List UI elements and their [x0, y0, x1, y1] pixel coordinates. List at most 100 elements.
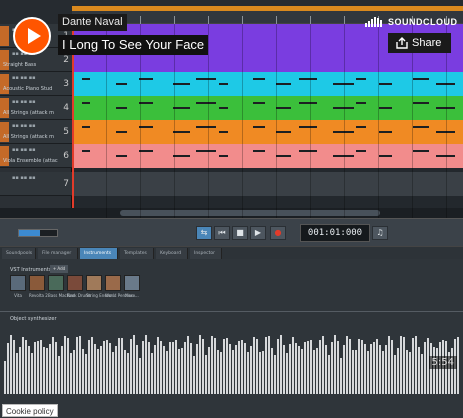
waveform-bar [358, 339, 360, 394]
track-header[interactable]: ▪▪ ▪▪ ▪▪ All Strings (attack m 4 [0, 96, 72, 120]
instrument-item[interactable]: Rock Drums [67, 275, 91, 298]
midi-note[interactable] [356, 126, 366, 128]
waveform[interactable] [0, 324, 463, 410]
midi-note[interactable] [219, 107, 228, 109]
midi-note[interactable] [413, 102, 429, 104]
tab-soundpools[interactable]: Soundpools [2, 248, 36, 259]
waveform-bar [310, 340, 312, 394]
waveform-bar [325, 345, 327, 394]
midi-note[interactable] [139, 150, 153, 152]
midi-note[interactable] [139, 126, 153, 128]
play-button[interactable]: ▶ [250, 226, 266, 240]
midi-note[interactable] [82, 102, 90, 104]
waveform-bar [88, 340, 90, 394]
instrument-item[interactable]: Revolta 2 [29, 275, 48, 298]
midi-note[interactable] [116, 155, 127, 157]
track-lane[interactable] [72, 120, 463, 144]
track-header[interactable]: ▪▪ ▪▪ ▪▪ 7 [0, 172, 72, 196]
share-button[interactable]: Share [388, 33, 451, 53]
midi-note[interactable] [379, 107, 392, 109]
track-lane[interactable] [72, 172, 463, 196]
soundcloud-logo[interactable]: SOUNDCLOUD [365, 12, 458, 32]
midi-note[interactable] [413, 150, 429, 152]
midi-note[interactable] [173, 155, 190, 157]
midi-note[interactable] [82, 78, 90, 80]
midi-note[interactable] [379, 131, 392, 133]
midi-note[interactable] [299, 150, 317, 152]
track-controls[interactable]: ▪▪ ▪▪ ▪▪ [12, 175, 36, 181]
midi-note[interactable] [219, 83, 228, 85]
midi-note[interactable] [356, 150, 366, 152]
midi-note[interactable] [82, 126, 90, 128]
midi-note[interactable] [299, 126, 317, 128]
add-instrument-button[interactable]: + Add [50, 265, 68, 273]
tempo-button[interactable]: ♫ [372, 226, 388, 240]
midi-note[interactable] [253, 102, 265, 104]
midi-note[interactable] [116, 131, 127, 133]
track-lane[interactable] [72, 96, 463, 120]
loop-button[interactable]: ⇆ [196, 226, 212, 240]
cookie-policy-link[interactable]: Cookie policy [2, 404, 58, 417]
midi-note[interactable] [356, 78, 366, 80]
waveform-bar [70, 353, 72, 394]
tab-inspector[interactable]: Inspector [190, 248, 222, 259]
midi-note[interactable] [253, 150, 265, 152]
track-title[interactable]: I Long To See Your Face [58, 35, 209, 55]
midi-note[interactable] [276, 83, 291, 85]
midi-note[interactable] [219, 155, 228, 157]
play-button-overlay[interactable] [13, 17, 51, 55]
midi-note[interactable] [299, 102, 317, 104]
midi-note[interactable] [196, 102, 216, 104]
instrument-item[interactable]: Bass Machine [48, 275, 75, 298]
instrument-item[interactable]: Vita [10, 275, 26, 298]
track-lane[interactable] [72, 144, 463, 168]
midi-note[interactable] [379, 155, 392, 157]
track-controls[interactable]: ▪▪ ▪▪ ▪▪ [12, 75, 36, 81]
grid-line [378, 24, 379, 218]
midi-note[interactable] [356, 102, 366, 104]
track-controls[interactable]: ▪▪ ▪▪ ▪▪ [12, 123, 36, 129]
track-controls[interactable]: ▪▪ ▪▪ ▪▪ [12, 147, 36, 153]
midi-note[interactable] [116, 107, 127, 109]
midi-note[interactable] [116, 83, 127, 85]
track-header[interactable]: ▪▪ ▪▪ ▪▪ Viola Ensemble (attac 6 [0, 144, 72, 168]
midi-note[interactable] [139, 102, 153, 104]
waveform-bar [337, 341, 339, 394]
instrument-item[interactable]: More... [124, 275, 140, 298]
rewind-button[interactable]: ⏮ [214, 226, 230, 240]
tab-keyboard[interactable]: Keyboard [156, 248, 188, 259]
track-header[interactable]: ▪▪ ▪▪ ▪▪ Acoustic Piano Stud 3 [0, 72, 72, 96]
track-header[interactable]: ▪▪ ▪▪ ▪▪ All Strings (attack m 5 [0, 120, 72, 144]
midi-note[interactable] [276, 107, 291, 109]
artist-name[interactable]: Dante Naval [58, 14, 127, 31]
midi-note[interactable] [173, 131, 190, 133]
tab-file-manager[interactable]: File manager [38, 248, 78, 259]
midi-note[interactable] [219, 131, 228, 133]
midi-note[interactable] [413, 126, 429, 128]
track-lane[interactable] [72, 72, 463, 96]
midi-note[interactable] [173, 83, 190, 85]
horizontal-scrollbar[interactable] [0, 208, 463, 218]
waveform-bar [451, 348, 453, 394]
record-button[interactable]: ● [270, 226, 286, 240]
midi-note[interactable] [379, 83, 392, 85]
track-controls[interactable]: ▪▪ ▪▪ ▪▪ [12, 99, 36, 105]
midi-note[interactable] [196, 78, 216, 80]
midi-note[interactable] [299, 78, 317, 80]
midi-note[interactable] [196, 126, 216, 128]
waveform-bar [118, 338, 120, 394]
tab-templates[interactable]: Templates [120, 248, 154, 259]
midi-note[interactable] [196, 150, 216, 152]
instrument-item[interactable]: World Percuss... [105, 275, 137, 298]
midi-note[interactable] [276, 155, 291, 157]
midi-note[interactable] [253, 78, 265, 80]
midi-note[interactable] [139, 78, 153, 80]
midi-note[interactable] [413, 78, 429, 80]
midi-note[interactable] [276, 131, 291, 133]
midi-note[interactable] [82, 150, 90, 152]
stop-button[interactable]: ■ [232, 226, 248, 240]
instrument-item[interactable]: String Ensem... [86, 275, 117, 298]
tab-instruments[interactable]: Instruments [80, 248, 118, 259]
midi-note[interactable] [253, 126, 265, 128]
midi-note[interactable] [173, 107, 190, 109]
